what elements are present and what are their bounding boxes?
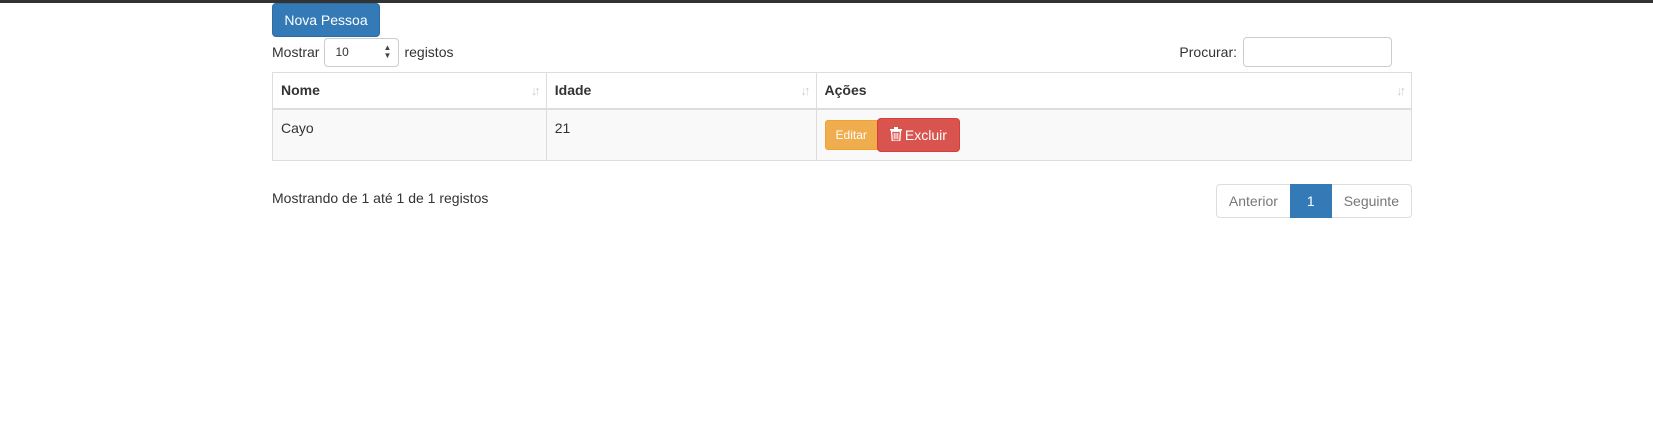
edit-button[interactable]: Editar (824, 119, 878, 150)
table-header-row: Nome ↓↑ Idade ↓↑ Ações ↓↑ (272, 72, 1413, 110)
cell-actions: Editar Excluir (815, 108, 1413, 161)
sort-icon: ↓↑ (800, 83, 811, 98)
sort-icon: ↓↑ (1396, 83, 1406, 98)
column-header-acoes[interactable]: Ações ↓↑ (815, 72, 1413, 110)
delete-label: Excluir (904, 126, 947, 143)
length-label-after: registos (404, 44, 454, 60)
pagination: Anterior 1 Seguinte (1215, 184, 1412, 218)
search-input[interactable] (1243, 37, 1392, 67)
page-length-control: Mostrar 10 ▲ ▼ registos (272, 37, 453, 67)
cell-idade: 21 (545, 108, 817, 161)
sort-icon: ↓↑ (530, 83, 541, 98)
page-length-value: 10 (335, 44, 349, 59)
select-arrows-icon: ▲ ▼ (383, 42, 392, 60)
delete-button[interactable]: Excluir (876, 117, 960, 152)
column-label: Idade (554, 82, 592, 99)
previous-page-button[interactable]: Anterior (1215, 184, 1291, 218)
new-person-button[interactable]: Nova Pessoa (272, 3, 380, 37)
search-filter: Procurar: (1179, 37, 1392, 67)
cell-nome: Cayo (272, 108, 547, 161)
column-header-nome[interactable]: Nome ↓↑ (272, 72, 547, 110)
table-row: Cayo 21 Editar Excluir (272, 108, 1413, 161)
top-bar (0, 0, 1653, 3)
page-button-current[interactable]: 1 (1289, 184, 1332, 218)
next-page-button[interactable]: Seguinte (1330, 184, 1412, 218)
length-label-before: Mostrar (272, 44, 320, 60)
column-label: Nome (281, 82, 320, 99)
search-label: Procurar: (1179, 44, 1237, 60)
trash-icon (889, 127, 902, 142)
table-info: Mostrando de 1 até 1 de 1 registos (272, 190, 489, 206)
page-length-select[interactable]: 10 ▲ ▼ (324, 37, 400, 67)
column-header-idade[interactable]: Idade ↓↑ (545, 72, 817, 110)
people-table: Nome ↓↑ Idade ↓↑ Ações ↓↑ Cayo 21 Editar… (272, 72, 1413, 161)
column-label: Ações (824, 82, 867, 99)
